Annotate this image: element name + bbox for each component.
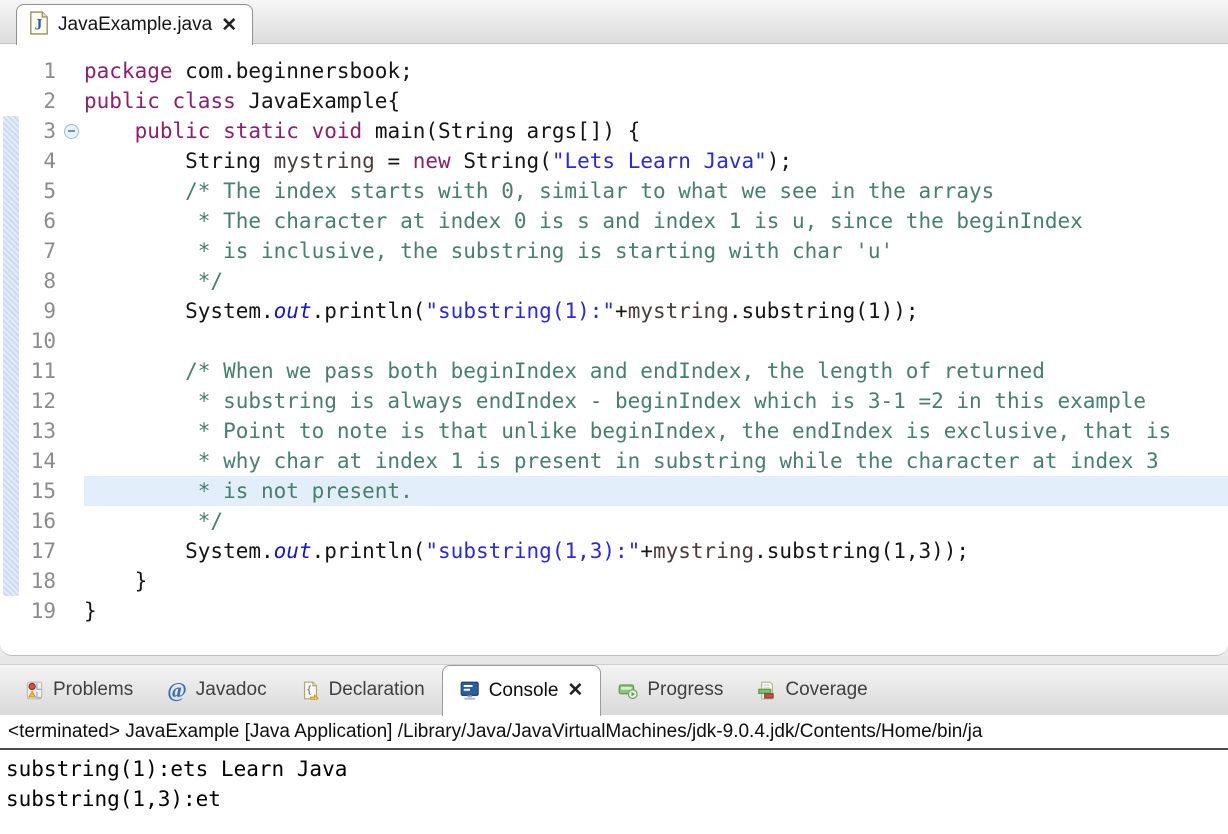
tab-javadoc[interactable]: @ Javadoc bbox=[150, 665, 283, 716]
fold-column bbox=[58, 386, 84, 416]
code-line[interactable]: 5 /* The index starts with 0, similar to… bbox=[0, 176, 1228, 206]
fold-column bbox=[58, 296, 84, 326]
code-text[interactable]: String mystring = new String("Lets Learn… bbox=[84, 146, 1228, 176]
fold-column bbox=[58, 476, 84, 506]
console-process-header: <terminated> JavaExample [Java Applicati… bbox=[0, 715, 1228, 750]
code-text[interactable]: System.out.println("substring(1):"+mystr… bbox=[84, 296, 1228, 326]
code-text[interactable]: * substring is always endIndex - beginIn… bbox=[84, 386, 1228, 416]
view-tab-label: Progress bbox=[647, 679, 723, 701]
method-range-indicator bbox=[3, 116, 19, 596]
code-text[interactable]: * The character at index 0 is s and inde… bbox=[84, 206, 1228, 236]
code-text[interactable]: */ bbox=[84, 266, 1228, 296]
code-line[interactable]: 7 * is inclusive, the substring is start… bbox=[0, 236, 1228, 266]
line-number: 19 bbox=[0, 596, 58, 626]
tab-coverage[interactable]: Coverage bbox=[740, 665, 884, 716]
bottom-view-tabbar: Problems @ Javadoc { Declaration Console ✕ Prog… bbox=[0, 664, 1228, 715]
line-number: 2 bbox=[0, 86, 58, 116]
fold-column bbox=[58, 176, 84, 206]
view-tab-label: Declaration bbox=[329, 679, 425, 701]
fold-column bbox=[58, 326, 84, 356]
problems-icon bbox=[25, 681, 44, 700]
panel-sash[interactable] bbox=[0, 656, 1228, 664]
java-file-icon: J bbox=[29, 11, 49, 40]
javadoc-icon: @ bbox=[167, 678, 187, 703]
fold-column bbox=[58, 266, 84, 296]
code-line[interactable]: 8 */ bbox=[0, 266, 1228, 296]
editor-tabbar: J JavaExample.java ✕ bbox=[0, 0, 1228, 44]
code-text[interactable]: public static void main(String args[]) { bbox=[84, 116, 1228, 146]
code-line[interactable]: 15 * is not present. bbox=[0, 476, 1228, 506]
fold-column bbox=[58, 206, 84, 236]
code-line[interactable]: 6 * The character at index 0 is s and in… bbox=[0, 206, 1228, 236]
code-text[interactable]: * Point to note is that unlike beginInde… bbox=[84, 416, 1228, 446]
fold-collapse-icon[interactable] bbox=[64, 124, 79, 139]
code-line[interactable]: 2 public class JavaExample{ bbox=[0, 86, 1228, 116]
fold-column bbox=[58, 566, 84, 596]
svg-text:{: { bbox=[306, 684, 312, 695]
fold-column bbox=[58, 86, 84, 116]
console-output-line: substring(1):ets Learn Java bbox=[6, 754, 1222, 784]
progress-icon bbox=[618, 680, 638, 700]
fold-column bbox=[58, 446, 84, 476]
tab-close-icon[interactable]: ✕ bbox=[221, 16, 237, 35]
code-text[interactable] bbox=[84, 326, 1228, 356]
console-output-line: substring(1,3):et bbox=[6, 784, 1222, 814]
svg-text:J: J bbox=[35, 16, 43, 33]
line-number: 1 bbox=[0, 56, 58, 86]
code-line[interactable]: 14 * why char at index 1 is present in s… bbox=[0, 446, 1228, 476]
code-line[interactable]: 9 System.out.println("substring(1):"+mys… bbox=[0, 296, 1228, 326]
code-line[interactable]: 17 System.out.println("substring(1,3):"+… bbox=[0, 536, 1228, 566]
fold-column bbox=[58, 56, 84, 86]
code-text[interactable]: public class JavaExample{ bbox=[84, 86, 1228, 116]
code-line[interactable]: 18 } bbox=[0, 566, 1228, 596]
code-text[interactable]: package com.beginnersbook; bbox=[84, 56, 1228, 86]
code-text[interactable]: System.out.println("substring(1,3):"+mys… bbox=[84, 536, 1228, 566]
code-text[interactable]: * why char at index 1 is present in subs… bbox=[84, 446, 1228, 476]
fold-column bbox=[58, 536, 84, 566]
fold-column bbox=[58, 116, 84, 146]
code-editor[interactable]: 1 package com.beginnersbook; 2 public class… bbox=[0, 44, 1228, 656]
fold-column bbox=[58, 416, 84, 446]
fold-column bbox=[58, 146, 84, 176]
view-tab-label: Coverage bbox=[785, 679, 867, 701]
view-tab-label: Problems bbox=[53, 679, 133, 701]
tab-declaration[interactable]: { Declaration bbox=[284, 665, 442, 716]
code-line[interactable]: 4 String mystring = new String("Lets Lea… bbox=[0, 146, 1228, 176]
fold-column bbox=[58, 506, 84, 536]
code-text[interactable]: * is not present. bbox=[84, 476, 1228, 506]
tab-console[interactable]: Console ✕ bbox=[442, 665, 602, 716]
tab-javaexample[interactable]: J JavaExample.java ✕ bbox=[16, 4, 253, 45]
fold-column bbox=[58, 596, 84, 626]
tab-close-icon[interactable]: ✕ bbox=[567, 681, 583, 700]
code-text[interactable]: * is inclusive, the substring is startin… bbox=[84, 236, 1228, 266]
code-line[interactable]: 1 package com.beginnersbook; bbox=[0, 56, 1228, 86]
coverage-icon bbox=[757, 681, 776, 700]
code-line[interactable]: 16 */ bbox=[0, 506, 1228, 536]
code-line[interactable]: 11 /* When we pass both beginIndex and e… bbox=[0, 356, 1228, 386]
code-area: 1 package com.beginnersbook; 2 public class… bbox=[0, 44, 1228, 655]
code-text[interactable]: } bbox=[84, 566, 1228, 596]
console-output[interactable]: substring(1):ets Learn Javasubstring(1,3… bbox=[0, 750, 1228, 818]
code-line[interactable]: 13 * Point to note is that unlike beginI… bbox=[0, 416, 1228, 446]
console-icon bbox=[460, 681, 480, 701]
view-tab-label: Javadoc bbox=[196, 679, 267, 701]
fold-column bbox=[58, 236, 84, 266]
fold-column bbox=[58, 356, 84, 386]
declaration-icon: { bbox=[301, 681, 320, 700]
code-text[interactable]: /* When we pass both beginIndex and endI… bbox=[84, 356, 1228, 386]
code-line[interactable]: 10 bbox=[0, 326, 1228, 356]
code-text[interactable]: */ bbox=[84, 506, 1228, 536]
code-text[interactable]: /* The index starts with 0, similar to w… bbox=[84, 176, 1228, 206]
code-line[interactable]: 12 * substring is always endIndex - begi… bbox=[0, 386, 1228, 416]
tab-problems[interactable]: Problems bbox=[8, 665, 150, 716]
console-view[interactable]: <terminated> JavaExample [Java Applicati… bbox=[0, 715, 1228, 834]
code-line[interactable]: 19} bbox=[0, 596, 1228, 626]
code-text[interactable]: } bbox=[84, 596, 1228, 626]
tab-progress[interactable]: Progress bbox=[601, 665, 740, 716]
view-tab-label: Console bbox=[489, 680, 559, 702]
editor-tab-title: JavaExample.java bbox=[58, 14, 212, 36]
code-line[interactable]: 3 public static void main(String args[])… bbox=[0, 116, 1228, 146]
